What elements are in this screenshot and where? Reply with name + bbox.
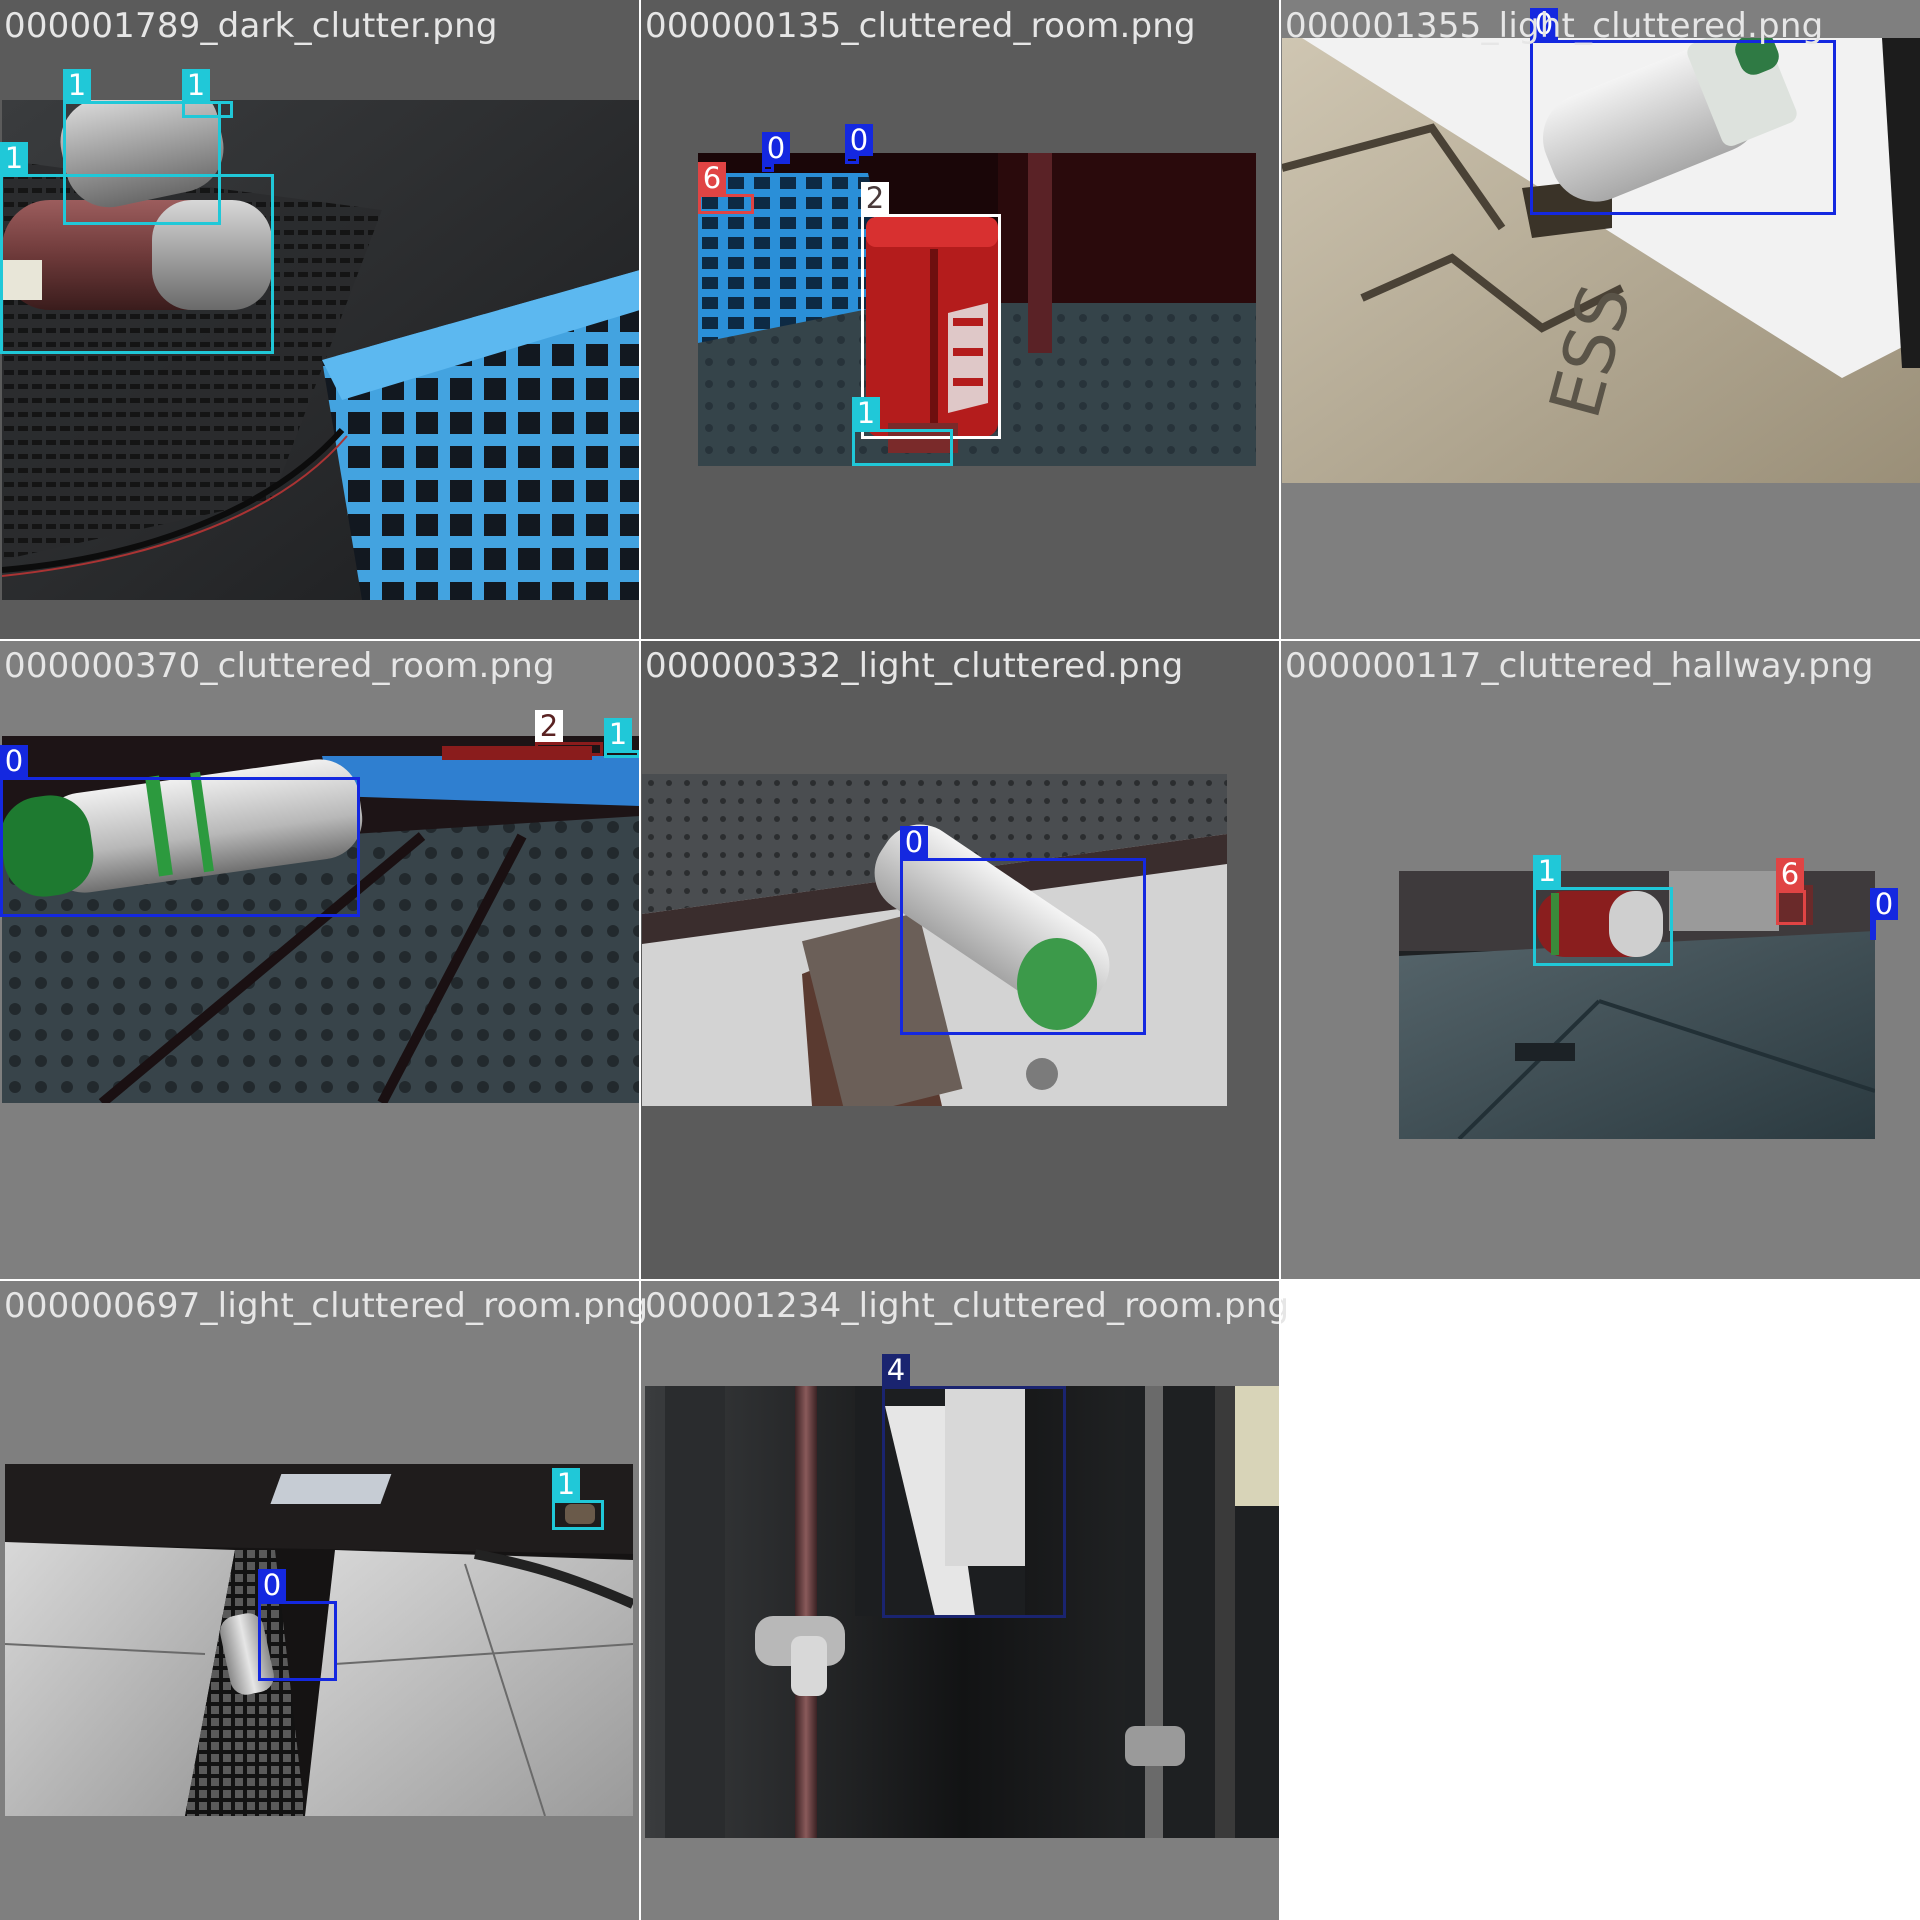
tile-filename: 000000117_cluttered_hallway.png [1285,646,1874,686]
class-label: 4 [882,1354,910,1386]
class-label: 1 [852,397,880,429]
tile-empty [1280,1280,1920,1920]
bounding-box: 1 [552,1468,604,1530]
bounding-box: 1 [182,69,233,118]
class-label: 0 [0,745,28,777]
bounding-box: 1 [852,397,953,466]
grid-divider [0,639,1920,641]
detection-mosaic: ESS 1 1 1 0 0 6 2 1 0 0 2 1 0 1 6 0 1 0 … [0,0,1920,1920]
grid-divider [639,0,641,1920]
class-label: 1 [63,69,91,101]
bounding-box: 0 [762,132,790,172]
bounding-box: 2 [861,182,1001,439]
class-label: 6 [1776,858,1804,890]
class-label: 0 [762,132,790,164]
class-label: 0 [1870,888,1898,920]
tile-filename: 000000135_cluttered_room.png [645,6,1196,46]
bounding-box: 0 [900,826,1146,1035]
class-label: 1 [604,718,632,750]
class-label: 2 [535,710,563,742]
class-label: 0 [900,826,928,858]
tile-filename: 000000332_light_cluttered.png [645,646,1184,686]
bounding-box: 0 [258,1569,337,1681]
bounding-box: 0 [0,745,360,917]
bounding-box: 1 [604,718,640,758]
bounding-box: 0 [1530,8,1836,215]
class-label: 2 [861,182,889,214]
bounding-box: 6 [1776,858,1806,925]
bounding-box: 2 [535,710,603,756]
class-label: 1 [1533,855,1561,887]
tile-filename: 000000697_light_cluttered_room.png [4,1286,649,1326]
class-label: 0 [845,124,873,156]
class-label: 0 [258,1569,286,1601]
class-label: 1 [552,1468,580,1500]
bounding-box: 1 [1533,855,1673,966]
bounding-box: 6 [698,162,754,214]
class-label: 1 [182,69,210,101]
class-label: 6 [698,162,726,194]
bounding-box: 0 [845,124,873,164]
tile-filename: 000001355_light_cluttered.png [1285,6,1824,46]
tile-6 [0,1280,640,1920]
tile-filename: 000001234_light_cluttered_room.png [645,1286,1290,1326]
bounding-box: 0 [1870,888,1898,940]
tile-filename: 000000370_cluttered_room.png [4,646,555,686]
tile-filename: 000001789_dark_clutter.png [4,6,498,46]
grid-divider [0,1279,1920,1281]
bounding-box: 1 [0,142,274,354]
bounding-box: 4 [882,1354,1066,1618]
grid-divider [1279,0,1281,1920]
class-label: 1 [0,142,28,174]
